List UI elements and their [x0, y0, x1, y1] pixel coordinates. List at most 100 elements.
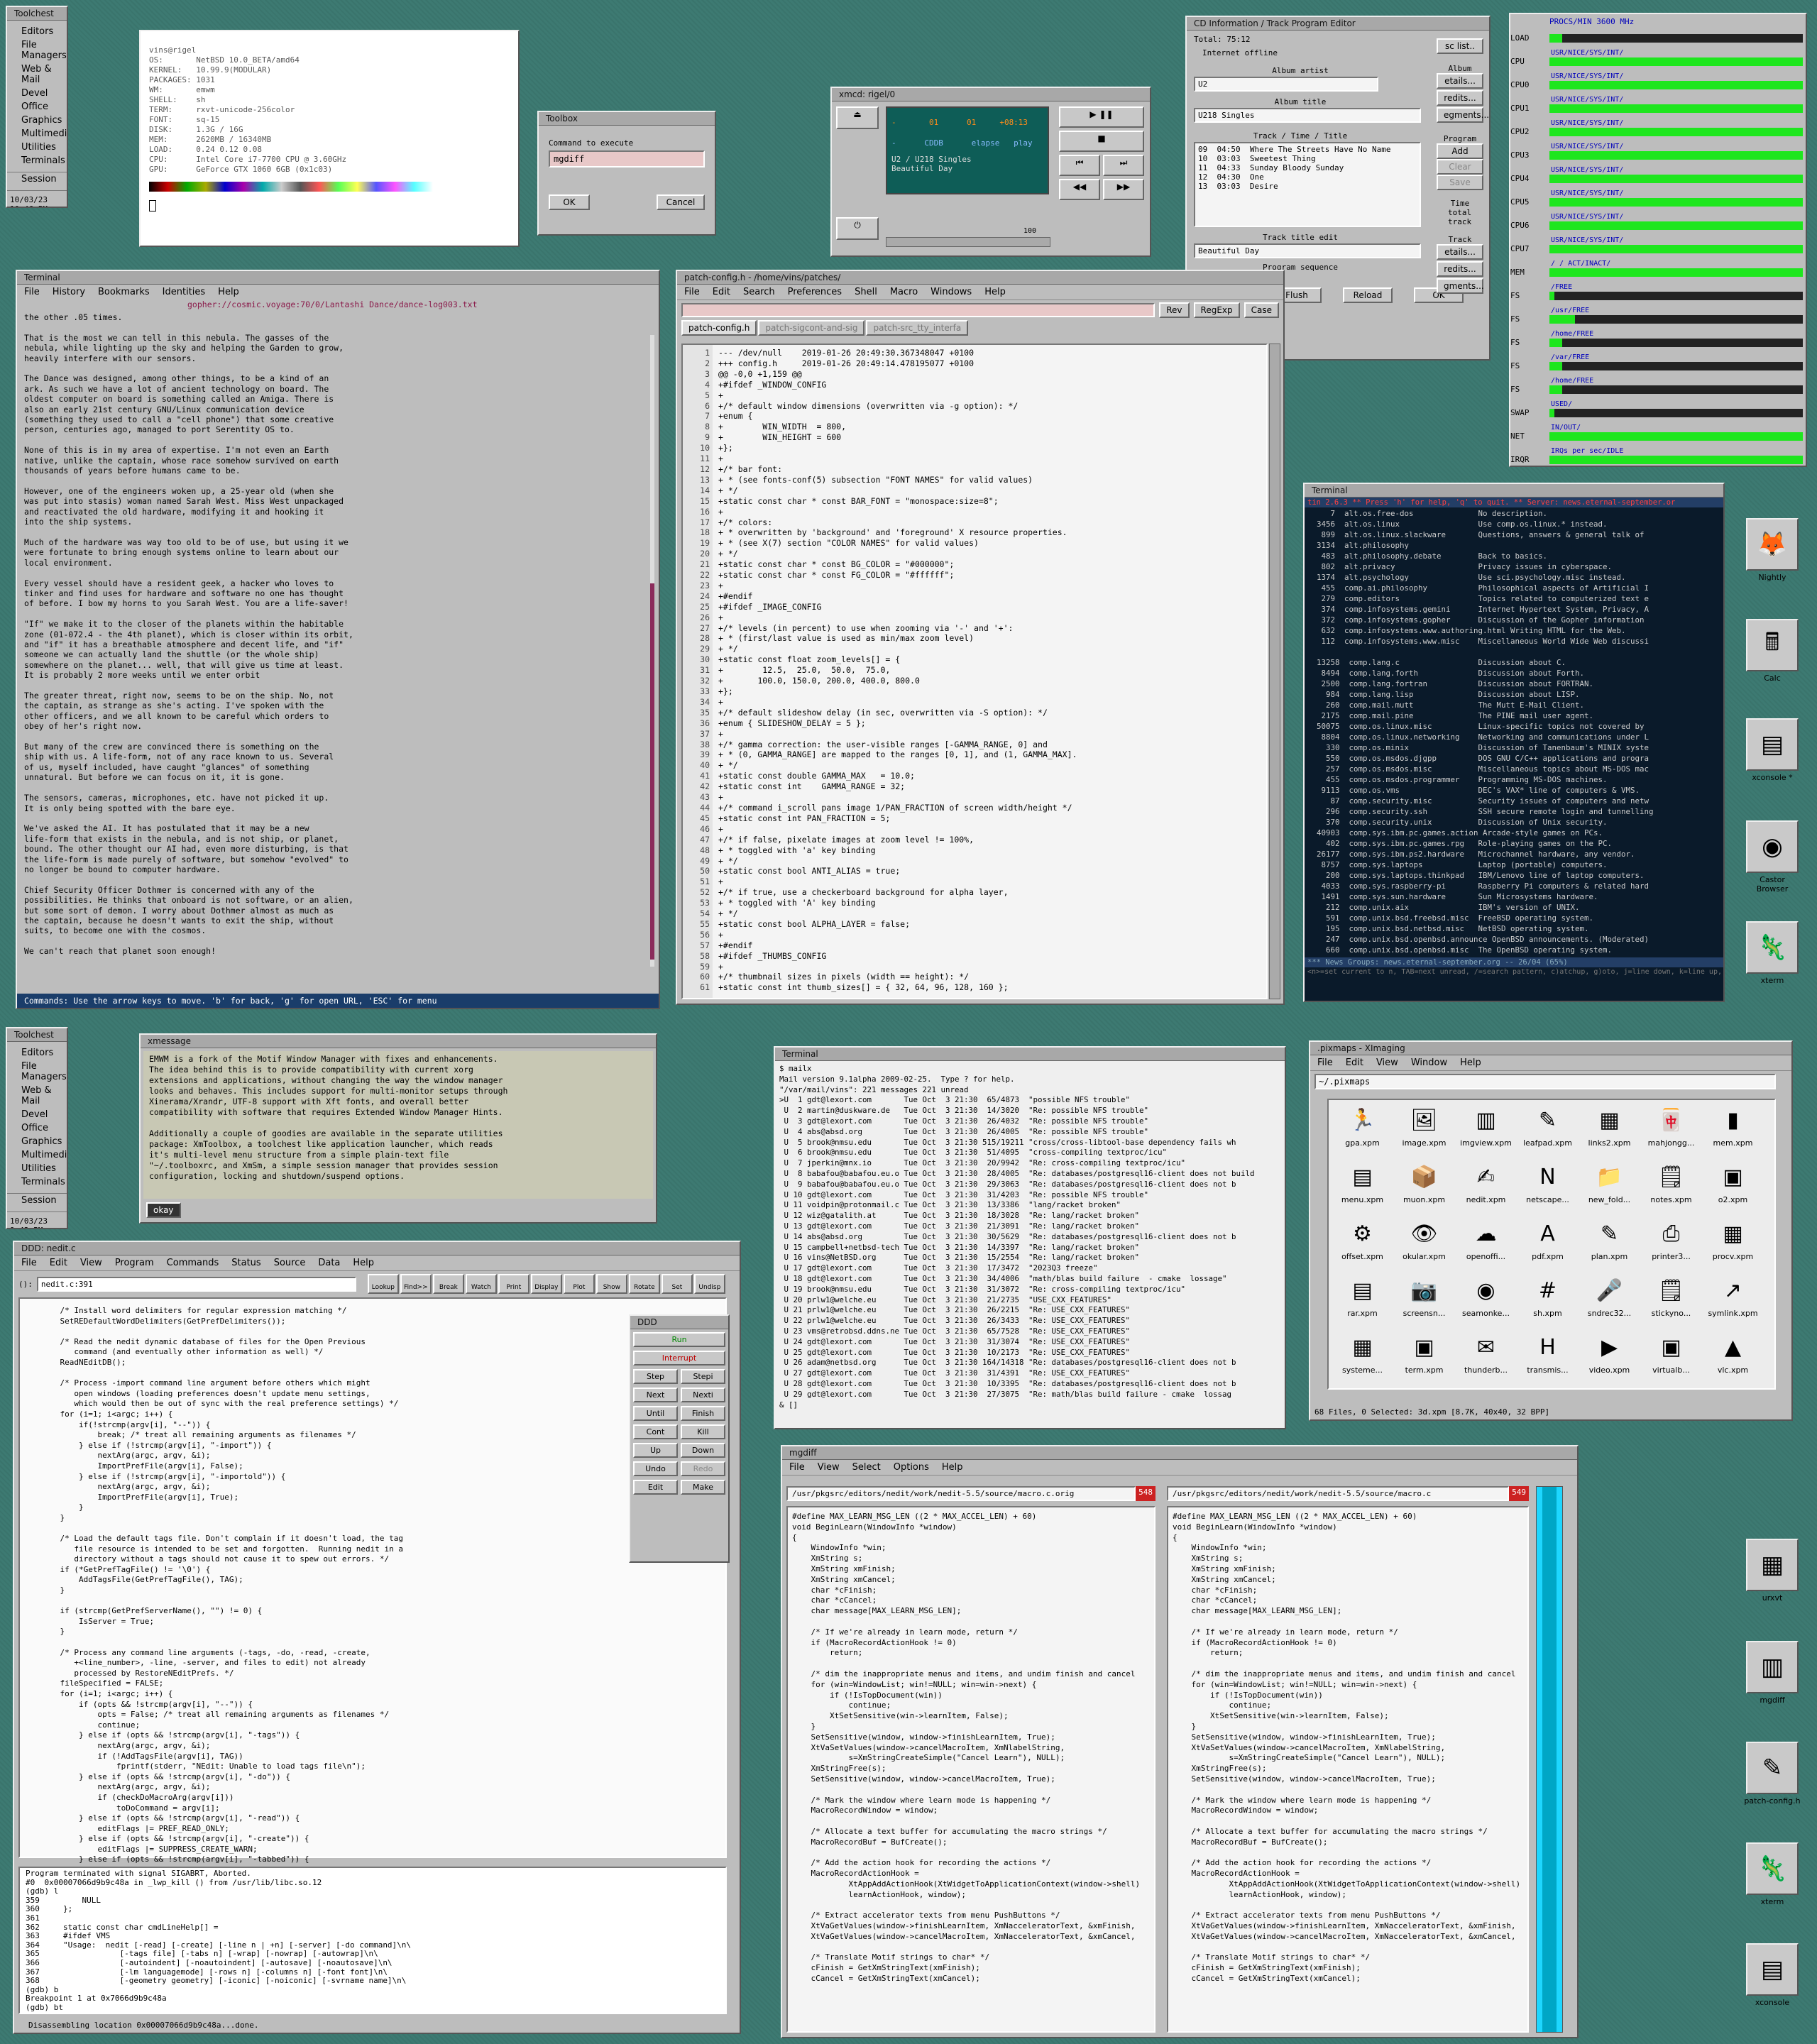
file-item[interactable]: Apdf.xpm: [1517, 1216, 1579, 1273]
desktop-icon-xconsole-[interactable]: ▤ xconsole *: [1743, 718, 1801, 782]
lynx-scrollbar[interactable]: [650, 335, 654, 967]
newsgroup-list[interactable]: 7 alt.os.free-dos No description. 3456 a…: [1305, 507, 1723, 957]
file-item[interactable]: 🎤 sndrec32...: [1579, 1273, 1640, 1330]
tool-rotate[interactable]: Rotate: [628, 1274, 660, 1294]
path-field[interactable]: ~/.pixmaps: [1314, 1074, 1776, 1089]
desktop-icon-xconsole[interactable]: ▤ xconsole: [1743, 1943, 1801, 2007]
menu-history[interactable]: History: [53, 287, 85, 297]
next-track-button[interactable]: ⏭: [1103, 155, 1144, 176]
menu-select[interactable]: Select: [852, 1462, 881, 1473]
track-details-button[interactable]: etails...: [1437, 244, 1483, 260]
toolchest-item-office[interactable]: Office: [7, 1121, 67, 1135]
tool-undisp[interactable]: Undisp: [693, 1274, 725, 1294]
toolchest-item-web-mail[interactable]: Web & Mail: [7, 62, 67, 87]
stop-button[interactable]: ■: [1059, 131, 1144, 152]
panel-finish-button[interactable]: Finish: [681, 1406, 725, 1421]
file-item[interactable]: ⚙ offset.xpm: [1332, 1216, 1393, 1273]
toolchest-title[interactable]: Toolchest: [7, 1028, 67, 1042]
search-input[interactable]: [681, 303, 1155, 317]
tool-print[interactable]: Print: [498, 1274, 529, 1294]
mailx-output[interactable]: $ mailx Mail version 9.1alpha 2009-02-25.…: [775, 1061, 1285, 1413]
menu-help[interactable]: Help: [984, 287, 1006, 297]
file-item[interactable]: ▦ links2.xpm: [1579, 1103, 1640, 1160]
file-grid[interactable]: 🏃 gpa.xpm 🖼 image.xpm ▥ imgview.xpm ✎ leafpad.x…: [1327, 1099, 1776, 1390]
panel-up-button[interactable]: Up: [633, 1443, 678, 1458]
menu-view[interactable]: View: [1376, 1057, 1398, 1068]
desktop-icon-xterm[interactable]: 🦎 xterm: [1743, 921, 1801, 985]
file-item[interactable]: 🏃 gpa.xpm: [1332, 1103, 1393, 1160]
panel-step-button[interactable]: Step: [633, 1369, 678, 1384]
file-item[interactable]: ▥ imgview.xpm: [1455, 1103, 1517, 1160]
menu-bookmarks[interactable]: Bookmarks: [98, 287, 150, 297]
panel-redo-button[interactable]: Redo: [681, 1461, 725, 1476]
panel-stepi-button[interactable]: Stepi: [681, 1369, 725, 1384]
panel-kill-button[interactable]: Kill: [681, 1424, 725, 1439]
panel-make-button[interactable]: Make: [681, 1480, 725, 1495]
file-item[interactable]: ✉ thunderb...: [1455, 1330, 1517, 1387]
case-toggle[interactable]: Case: [1244, 302, 1279, 318]
file-item[interactable]: 📦 muon.xpm: [1393, 1160, 1455, 1216]
file-item[interactable]: # sh.xpm: [1517, 1273, 1579, 1330]
file-item[interactable]: 👁 okular.xpm: [1393, 1216, 1455, 1273]
menu-commands[interactable]: Commands: [167, 1258, 219, 1268]
menu-status[interactable]: Status: [231, 1258, 260, 1268]
toolchest-item-terminals[interactable]: Terminals: [7, 1175, 67, 1189]
file-item[interactable]: ✎ leafpad.xpm: [1517, 1103, 1579, 1160]
tab-patch-config[interactable]: patch-config.h: [681, 320, 757, 336]
toolchest-item-file-managers[interactable]: File Managers: [7, 1060, 67, 1084]
file-item[interactable]: Nnetscape...: [1517, 1160, 1579, 1216]
desktop-icon-castor-browser[interactable]: ◉ Castor Browser: [1743, 820, 1801, 894]
tool-display[interactable]: Display: [530, 1274, 562, 1294]
toolchest-session[interactable]: Session: [7, 172, 67, 186]
album-title-field[interactable]: U218 Singles: [1194, 108, 1421, 123]
ximaging-title[interactable]: .pixmaps - XImaging: [1310, 1042, 1791, 1055]
toolchest-session[interactable]: Session: [7, 1194, 67, 1207]
file-item[interactable]: 🖼 image.xpm: [1393, 1103, 1455, 1160]
panel-edit-button[interactable]: Edit: [633, 1480, 678, 1495]
file-item[interactable]: ◉ seamonke...: [1455, 1273, 1517, 1330]
prev-track-button[interactable]: ⏮: [1059, 155, 1100, 176]
total-radio[interactable]: total: [1435, 208, 1485, 217]
editor-area[interactable]: 1 2 3 4 5 6 7 8 9 10 11 12 13 14 15 16 17 18 19 20 21 22 23 24 2…: [681, 344, 1268, 999]
desktop-icon-mgdiff[interactable]: ▥ mgdiff: [1743, 1641, 1801, 1705]
xmessage-title[interactable]: xmessage: [141, 1035, 656, 1048]
toolchest-item-terminals[interactable]: Terminals: [7, 154, 67, 167]
tool-find-[interactable]: Find>>: [400, 1274, 432, 1294]
panel-undo-button[interactable]: Undo: [633, 1461, 678, 1476]
menu-file[interactable]: File: [684, 287, 700, 297]
file-item[interactable]: ▣ term.xpm: [1393, 1330, 1455, 1387]
file-item[interactable]: ▶ video.xpm: [1579, 1330, 1640, 1387]
file-item[interactable]: ▦ systeme...: [1332, 1330, 1393, 1387]
panel-next-button[interactable]: Next: [633, 1388, 678, 1402]
album-details-button[interactable]: etails...: [1437, 73, 1483, 89]
power-button[interactable]: ⏻: [836, 217, 879, 240]
file-item[interactable]: 🗒 notes.xpm: [1640, 1160, 1702, 1216]
clear-button[interactable]: Clear: [1437, 159, 1483, 175]
menu-edit[interactable]: Edit: [50, 1258, 67, 1268]
add-button[interactable]: Add: [1437, 143, 1483, 159]
gdb-output[interactable]: Program terminated with signal SIGABRT, …: [20, 1868, 725, 2014]
menu-options[interactable]: Options: [894, 1462, 929, 1473]
ff-button[interactable]: ▶▶: [1103, 179, 1144, 200]
album-credits-button[interactable]: redits...: [1437, 90, 1483, 106]
file-item[interactable]: ▣ o2.xpm: [1702, 1160, 1764, 1216]
cancel-button[interactable]: Cancel: [657, 194, 705, 210]
file-item[interactable]: ▲ vlc.xpm: [1702, 1330, 1764, 1387]
okay-button[interactable]: okay: [146, 1202, 181, 1218]
diff-overview[interactable]: [1536, 1486, 1563, 2033]
toolchest-item-graphics[interactable]: Graphics: [7, 1135, 67, 1148]
toolchest-item-graphics[interactable]: Graphics: [7, 114, 67, 127]
tool-lookup[interactable]: Lookup: [367, 1274, 399, 1294]
file-item[interactable]: ☁ openoffi...: [1455, 1216, 1517, 1273]
menu-help[interactable]: Help: [218, 287, 239, 297]
file-item[interactable]: 📷 screensn...: [1393, 1273, 1455, 1330]
menu-window[interactable]: Window: [1411, 1057, 1447, 1068]
desktop-icon-urxvt[interactable]: ▦ urxvt: [1743, 1539, 1801, 1603]
album-artist-field[interactable]: U2: [1194, 77, 1378, 92]
menu-windows[interactable]: Windows: [931, 287, 972, 297]
tool-watch[interactable]: Watch: [465, 1274, 497, 1294]
file-item[interactable]: Htransmis...: [1517, 1330, 1579, 1387]
file-item[interactable]: ▤ menu.xpm: [1332, 1160, 1393, 1216]
file-item[interactable]: ▦ procv.xpm: [1702, 1216, 1764, 1273]
tool-break[interactable]: Break: [432, 1274, 464, 1294]
